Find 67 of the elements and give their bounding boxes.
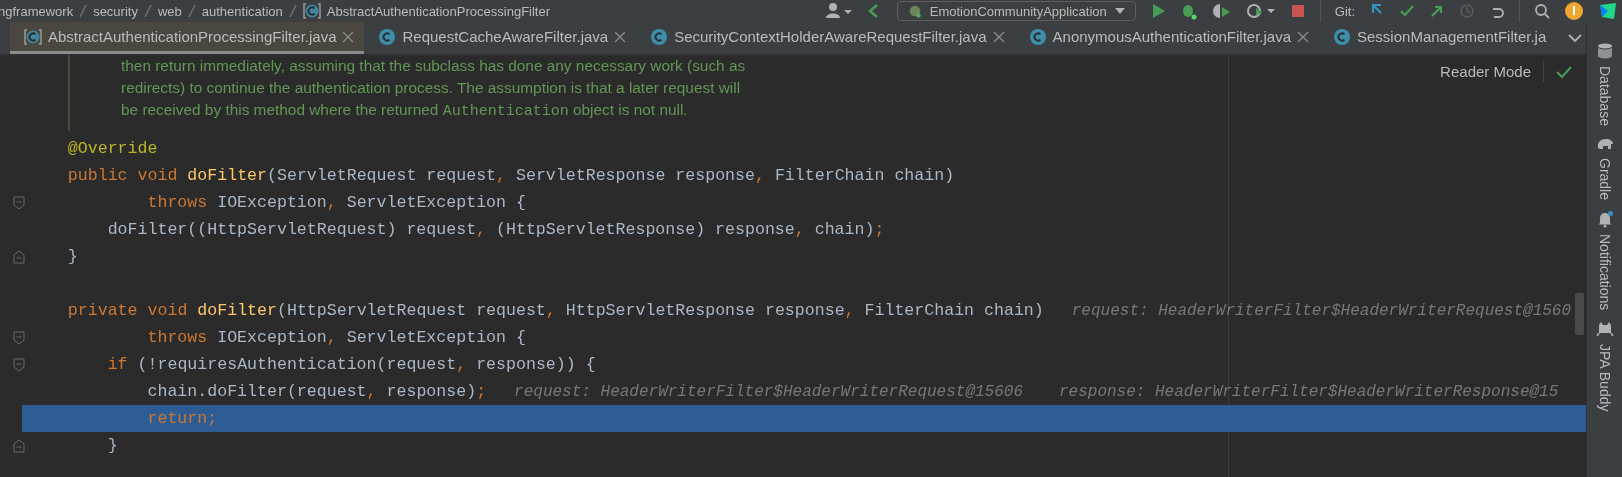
editor-tab[interactable]: SecurityContextHolderAwareRequestFilter.java bbox=[636, 22, 1015, 54]
code-line: if (!requiresAuthentication(request, response)) { bbox=[106, 355, 596, 374]
class-icon bbox=[378, 27, 397, 46]
abstract-class-icon bbox=[302, 2, 321, 20]
slash-icon bbox=[143, 4, 152, 18]
reader-mode-button[interactable]: Reader Mode bbox=[1436, 61, 1544, 82]
code-line: return; bbox=[146, 409, 218, 428]
doc-comment-text: redirects) to continue the authentication process. The assumption is that a later request will bbox=[121, 78, 741, 98]
class-icon bbox=[1028, 27, 1047, 46]
code-line: private void doFilter(HttpServletRequest request, HttpServletResponse response, FilterChain chain) bbox=[66, 301, 1044, 320]
close-icon[interactable] bbox=[1297, 30, 1309, 43]
editor-tab[interactable]: AnonymousAuthenticationFilter.java bbox=[1014, 22, 1319, 54]
close-icon[interactable] bbox=[614, 30, 627, 43]
code-line: public void doFilter(ServletRequest request, ServletResponse response, FilterChain chain) bbox=[66, 166, 955, 185]
check-icon[interactable] bbox=[1399, 3, 1415, 19]
inline-debug-value: request: HeaderWriterFilter$HeaderWriterRequest@15606 bbox=[514, 382, 1023, 401]
fold-marker-icon[interactable] bbox=[13, 331, 25, 345]
doc-comment-text: be received by this method where the returned Authentication object is not null. bbox=[121, 100, 688, 121]
doc-comment-text: then return immediately, assuming that the subclass has done any necessary work (such as bbox=[121, 56, 746, 76]
fold-marker-icon[interactable] bbox=[13, 250, 25, 264]
app-logo-icon[interactable] bbox=[1598, 1, 1618, 21]
search-icon[interactable] bbox=[1534, 3, 1550, 19]
breadcrumb-link[interactable]: AbstractAuthenticationProcessingFilter bbox=[326, 3, 551, 19]
update-icon[interactable] bbox=[1564, 1, 1584, 21]
tool-window-tab[interactable]: Gradle bbox=[1596, 157, 1613, 200]
editor-tab[interactable]: SessionManagementFilter.ja bbox=[1319, 22, 1557, 54]
code-line: } bbox=[106, 436, 118, 455]
chevron-down-icon[interactable] bbox=[1568, 33, 1583, 43]
inline-debug-value: request: HeaderWriterFilter$HeaderWriterRequest@1560 bbox=[1071, 301, 1572, 320]
code-line: } bbox=[66, 247, 78, 266]
check-icon bbox=[1556, 64, 1572, 79]
arrow-icon[interactable] bbox=[1429, 3, 1445, 19]
tool-window-tab[interactable]: JPA Buddy bbox=[1596, 344, 1613, 412]
editor-tab[interactable]: AbstractAuthenticationProcessingFilter.java bbox=[10, 22, 365, 54]
run-configuration-dropdown[interactable]: EmotionCommunityApplication bbox=[896, 1, 1136, 21]
scrollbar-thumb[interactable] bbox=[1575, 293, 1584, 335]
code-line: @Override bbox=[66, 139, 158, 158]
profiler-icon[interactable] bbox=[1245, 2, 1276, 20]
user-icon[interactable] bbox=[824, 2, 853, 20]
database-icon[interactable] bbox=[1595, 42, 1614, 60]
close-icon[interactable] bbox=[992, 30, 1005, 43]
code-line: doFilter((HttpServletRequest) request, (HttpServletResponse) response, chain); bbox=[106, 220, 885, 239]
editor-tab[interactable]: RequestCacheAwareFilter.java bbox=[364, 22, 637, 54]
class-icon bbox=[1333, 27, 1351, 46]
app-icon bbox=[907, 4, 922, 18]
class-icon bbox=[650, 27, 669, 46]
coverage-icon[interactable] bbox=[1211, 2, 1232, 20]
breadcrumb-link[interactable]: authentication bbox=[201, 3, 283, 19]
slash-icon bbox=[288, 4, 297, 18]
tool-window-tab[interactable]: Notifications bbox=[1596, 233, 1613, 311]
slash-icon bbox=[187, 4, 196, 18]
close-icon[interactable] bbox=[342, 30, 355, 43]
code-line: throws IOException, ServletException { bbox=[146, 193, 526, 212]
inline-debug-value: response: HeaderWriterFilter$HeaderWriterResponse@15 bbox=[1059, 382, 1559, 401]
caret-icon bbox=[1114, 8, 1125, 14]
fold-marker-icon[interactable] bbox=[13, 439, 25, 453]
breadcrumb-link[interactable]: web bbox=[157, 3, 182, 19]
fold-marker-icon[interactable] bbox=[13, 358, 25, 372]
abstract-class-icon bbox=[24, 27, 42, 46]
git-label: Git: bbox=[1334, 3, 1355, 19]
fold-marker-icon[interactable] bbox=[13, 196, 25, 210]
stop-icon[interactable] bbox=[1289, 3, 1306, 19]
code-line: throws IOException, ServletException { bbox=[146, 328, 526, 347]
code-line: chain.doFilter(request, response); bbox=[146, 382, 487, 401]
tool-window-tab[interactable]: Database bbox=[1596, 66, 1613, 126]
slash-icon bbox=[79, 4, 88, 18]
breadcrumb-link[interactable]: security bbox=[93, 3, 138, 19]
